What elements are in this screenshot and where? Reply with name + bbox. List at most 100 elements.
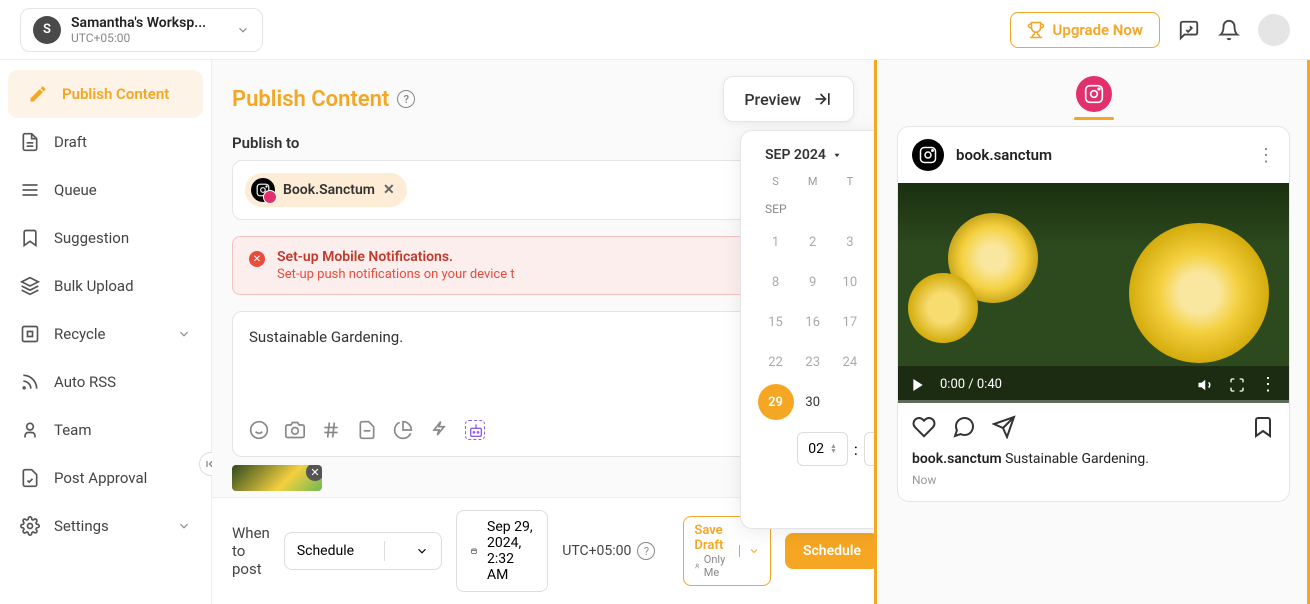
volume-icon[interactable] (1197, 376, 1215, 394)
schedule-mode-select[interactable]: Schedule (284, 532, 442, 570)
video-more-icon[interactable]: ⋮ (1259, 374, 1277, 395)
hour-input[interactable]: 02▲▼ (797, 432, 848, 466)
plug-icon[interactable] (429, 420, 449, 440)
trophy-icon (1027, 21, 1045, 39)
error-icon: ✕ (249, 251, 265, 267)
schedule-button[interactable]: Schedule (785, 533, 874, 569)
page-title: Publish Content ? (232, 87, 415, 112)
check-document-icon (20, 468, 40, 488)
bell-icon[interactable] (1218, 19, 1240, 41)
date-time-input[interactable]: Sep 29, 2024, 2:32 AM (456, 510, 548, 592)
sidebar-item-settings[interactable]: Settings (0, 502, 211, 550)
calendar-day[interactable]: 1 (757, 222, 794, 262)
post-timestamp: Now (898, 473, 1289, 501)
instagram-account-icon (251, 178, 275, 202)
post-more-icon[interactable]: ⋮ (1257, 145, 1275, 166)
sidebar-item-rss[interactable]: Auto RSS (0, 358, 211, 406)
sidebar-item-team[interactable]: Team (0, 406, 211, 454)
workspace-switcher[interactable]: S Samantha's Worksp... UTC+05:00 (20, 8, 263, 52)
workspace-name: Samantha's Worksp... (71, 15, 206, 31)
camera-icon[interactable] (285, 420, 305, 440)
upgrade-label: Upgrade Now (1053, 21, 1143, 39)
feedback-icon[interactable] (1178, 19, 1200, 41)
save-draft-visibility: Only Me (694, 553, 729, 579)
dropdown-icon (832, 150, 842, 160)
sidebar-label: Draft (54, 133, 87, 151)
play-icon[interactable] (910, 377, 926, 393)
sidebar: Publish Content Draft Queue Suggestion B… (0, 60, 212, 604)
calendar-day[interactable]: 17 (831, 302, 868, 342)
template-icon[interactable] (357, 420, 377, 440)
calendar-day[interactable]: 8 (757, 262, 794, 302)
calendar-day[interactable]: 18 (868, 302, 874, 342)
post-avatar (912, 139, 944, 171)
footer-timezone: UTC+05:00 ? (562, 542, 655, 560)
pie-chart-icon[interactable] (393, 420, 413, 440)
calendar-day[interactable]: 4 (868, 222, 874, 262)
alert-body: Set-up push notifications on your device… (277, 267, 515, 282)
calendar-day[interactable]: 29 (758, 384, 794, 420)
sidebar-item-approval[interactable]: Post Approval (0, 454, 211, 502)
sidebar-label: Team (54, 421, 92, 439)
sidebar-label: Settings (54, 517, 109, 535)
document-icon (20, 132, 40, 152)
help-icon[interactable]: ? (397, 90, 415, 108)
post-media[interactable]: 0:00 / 0:40 ⋮ (898, 183, 1289, 403)
instagram-tab[interactable] (1076, 76, 1112, 112)
calendar-day[interactable]: 10 (831, 262, 868, 302)
post-caption: book.sanctum Sustainable Gardening. (898, 451, 1289, 473)
emoji-icon[interactable] (249, 420, 269, 440)
calendar-day[interactable]: 23 (794, 342, 831, 382)
help-icon[interactable]: ? (637, 542, 655, 560)
heart-icon[interactable] (912, 415, 936, 439)
alert-title: Set-up Mobile Notifications. (277, 249, 515, 265)
calendar-day[interactable]: 2 (794, 222, 831, 262)
calendar-day[interactable]: 30 (794, 382, 831, 422)
minute-input[interactable]: 32▲▼ (864, 432, 874, 466)
preview-button[interactable]: Preview (723, 76, 854, 122)
date-picker-popup: SEP 2024 ‹ › SMTWTFS SEP 123456789101112… (740, 130, 874, 529)
chevron-down-icon (739, 545, 760, 557)
calendar-day[interactable]: 3 (831, 222, 868, 262)
calendar-day[interactable]: 24 (831, 342, 868, 382)
sidebar-item-publish[interactable]: Publish Content (8, 70, 203, 118)
sidebar-label: Publish Content (62, 85, 169, 103)
queue-icon (20, 180, 40, 200)
sidebar-label: Queue (54, 181, 97, 199)
account-name: Book.Sanctum (283, 182, 375, 198)
month-selector[interactable]: SEP 2024 (765, 147, 842, 163)
send-icon[interactable] (992, 415, 1016, 439)
sidebar-item-draft[interactable]: Draft (0, 118, 211, 166)
media-thumbnail[interactable]: ✕ (232, 465, 322, 491)
chevron-down-icon (177, 519, 191, 533)
fullscreen-icon[interactable] (1229, 377, 1245, 393)
sidebar-item-suggestion[interactable]: Suggestion (0, 214, 211, 262)
ai-robot-icon[interactable] (465, 420, 485, 440)
user-avatar[interactable] (1258, 14, 1290, 46)
sidebar-item-bulk[interactable]: Bulk Upload (0, 262, 211, 310)
calendar-day[interactable]: 15 (757, 302, 794, 342)
bookmark-icon[interactable] (1251, 415, 1275, 439)
calendar-day[interactable]: 11 (868, 262, 874, 302)
account-chip[interactable]: Book.Sanctum ✕ (245, 173, 407, 207)
calendar-day[interactable]: 16 (794, 302, 831, 342)
sidebar-label: Auto RSS (54, 373, 116, 391)
hashtag-icon[interactable] (321, 420, 341, 440)
save-draft-label: Save Draft (694, 523, 729, 553)
when-to-post-label: When to post (232, 524, 270, 578)
chevron-down-icon (236, 23, 250, 37)
user-icon (20, 420, 40, 440)
sidebar-item-recycle[interactable]: Recycle (0, 310, 211, 358)
remove-media-icon[interactable]: ✕ (306, 465, 322, 481)
sidebar-item-queue[interactable]: Queue (0, 166, 211, 214)
calendar-day[interactable]: 22 (757, 342, 794, 382)
calendar-month-label: SEP (757, 196, 874, 222)
comment-icon[interactable] (952, 415, 976, 439)
remove-account-icon[interactable]: ✕ (383, 182, 395, 198)
calendar-day[interactable]: 25 (868, 342, 874, 382)
workspace-timezone: UTC+05:00 (71, 31, 206, 45)
calendar-day[interactable]: 9 (794, 262, 831, 302)
preview-panel: book.sanctum ⋮ 0:00 / 0:40 ⋮ (874, 60, 1310, 604)
upgrade-button[interactable]: Upgrade Now (1010, 12, 1160, 48)
sidebar-label: Bulk Upload (54, 277, 134, 295)
